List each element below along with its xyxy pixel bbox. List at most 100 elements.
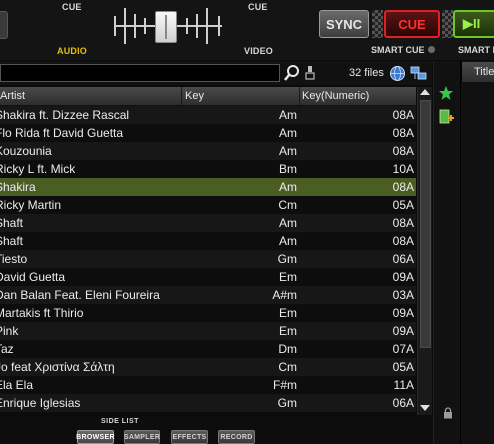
table-row[interactable]: Ricky Martin Cm 05A (0, 196, 416, 214)
table-row[interactable]: Ricky L ft. Mick Bm 10A (0, 160, 416, 178)
cell-artist: David Guetta (0, 270, 66, 284)
search-icon[interactable] (284, 64, 300, 82)
cell-artist: Tiesto (0, 252, 28, 266)
cell-key: A#m (272, 288, 297, 302)
column-header-key[interactable]: Key (182, 87, 300, 105)
table-row[interactable]: Tiesto Gm 06A (0, 250, 416, 268)
cell-artist: Enrique Iglesias (0, 396, 81, 410)
cell-artist: Dan Balan Feat. Eleni Foureira (0, 288, 160, 302)
file-list[interactable]: Artist Key Key(Numeric) Shakira ft. Dizz… (0, 87, 416, 415)
tab-browser[interactable]: BROWSER (76, 430, 115, 444)
cell-artist: Shaft (0, 216, 24, 230)
files-count: 32 files (349, 67, 384, 79)
smart-cue-label: SMART CUE (371, 45, 425, 55)
cell-key: Em (279, 324, 297, 338)
tab-sampler[interactable]: SAMPLER (124, 430, 160, 444)
globe-icon[interactable] (389, 65, 406, 82)
file-list-header: Artist Key Key(Numeric) (0, 87, 416, 106)
cell-key: F#m (273, 378, 297, 392)
deck-pattern-strip (372, 10, 383, 38)
cell-key: Em (279, 306, 297, 320)
add-to-list-icon[interactable] (439, 109, 455, 127)
cell-artist: Shakira (0, 180, 36, 194)
cell-key: Em (279, 270, 297, 284)
cell-key: Bm (279, 162, 297, 176)
crossfader-tick (196, 14, 198, 38)
smart-cue-toggle[interactable] (428, 46, 435, 53)
scroll-down-arrow-icon[interactable] (420, 405, 430, 411)
cell-artist: Jo feat Χριστίνα Σάλτη (0, 360, 115, 374)
crossfader[interactable] (110, 4, 226, 48)
search-input[interactable] (0, 64, 280, 82)
cell-key-numeric: 03A (392, 288, 414, 302)
play-pause-button[interactable]: ▶II (453, 10, 494, 38)
table-row[interactable]: David Guetta Em 09A (0, 268, 416, 286)
network-icon[interactable] (410, 65, 427, 82)
file-list-scrollbar[interactable] (417, 87, 432, 415)
table-row[interactable]: Shakira Am 08A (0, 178, 416, 196)
video-label[interactable]: VIDEO (244, 46, 273, 56)
cell-key-numeric: 08A (392, 180, 414, 194)
tab-record[interactable]: RECORD (218, 430, 255, 444)
side-list-label[interactable]: SIDE LIST (101, 418, 139, 425)
table-row[interactable]: Enrique Iglesias Gm 06A (0, 394, 416, 412)
cell-key: Dm (278, 342, 297, 356)
table-row[interactable]: Shaft Am 08A (0, 232, 416, 250)
star-icon[interactable] (438, 85, 454, 101)
column-header-key-numeric[interactable]: Key(Numeric) (300, 87, 416, 105)
table-row[interactable]: Dan Balan Feat. Eleni Foureira A#m 03A (0, 286, 416, 304)
cell-key-numeric: 11A (393, 378, 414, 392)
column-header-artist[interactable]: Artist (0, 87, 182, 105)
search-options-icon[interactable] (305, 65, 315, 81)
sync-button[interactable]: SYNC (319, 10, 369, 38)
table-row[interactable]: Shaft Am 08A (0, 214, 416, 232)
cell-key-numeric: 05A (392, 198, 414, 212)
table-row[interactable]: Flo Rida ft David Guetta Am 08A (0, 124, 416, 142)
cell-key-numeric: 10A (392, 162, 414, 176)
browser-toolbar: 32 files (0, 61, 432, 85)
side-panel-divider (460, 61, 461, 444)
side-column-header-title[interactable]: Title (461, 62, 494, 82)
side-panel: Title (433, 61, 494, 444)
table-row[interactable]: Ela Ela F#m 11A (0, 376, 416, 394)
audio-label[interactable]: AUDIO (57, 46, 87, 56)
cell-key: Am (279, 216, 297, 230)
cell-key-numeric: 08A (392, 108, 414, 122)
table-row[interactable]: Kouzounia Am 08A (0, 142, 416, 160)
crossfader-tick (186, 18, 188, 34)
cell-key-numeric: 09A (392, 270, 414, 284)
cell-key: Gm (277, 396, 297, 410)
cell-key-numeric: 09A (392, 324, 414, 338)
cell-key-numeric: 07A (392, 342, 414, 356)
cell-key: Cm (278, 360, 297, 374)
cell-key-numeric: 08A (392, 126, 414, 140)
smart-cue-label-right: SMART I (458, 45, 494, 55)
cell-key: Am (279, 180, 297, 194)
cell-key: Am (279, 144, 297, 158)
crossfader-tick (218, 16, 220, 36)
cell-key-numeric: 09A (392, 306, 414, 320)
cue-button[interactable]: CUE (384, 10, 440, 38)
cell-key-numeric: 08A (392, 234, 414, 248)
crossfader-knob[interactable] (155, 11, 177, 43)
cell-key: Am (279, 234, 297, 248)
deck-left-button[interactable] (0, 11, 8, 39)
table-row[interactable]: Taz Dm 07A (0, 340, 416, 358)
table-row[interactable]: Jo feat Χριστίνα Σάλτη Cm 05A (0, 358, 416, 376)
scroll-up-arrow-icon[interactable] (420, 89, 430, 95)
bottom-bar: SIDE LIST BROWSER SAMPLER EFFECTS RECORD (0, 416, 433, 444)
lock-icon[interactable] (443, 407, 453, 419)
file-list-rows: Shakira ft. Dizzee Rascal Am 08A Flo Rida f… (0, 106, 416, 412)
table-row[interactable]: Pink Em 09A (0, 322, 416, 340)
cell-artist: Taz (0, 342, 14, 356)
table-row[interactable]: Shakira ft. Dizzee Rascal Am 08A (0, 106, 416, 124)
tab-effects[interactable]: EFFECTS (171, 430, 208, 444)
scroll-thumb[interactable] (420, 100, 431, 348)
crossfader-tick (114, 16, 116, 36)
crossfader-tick (206, 8, 208, 44)
cue-left-label: CUE (62, 2, 82, 12)
table-row[interactable]: Martakis ft Thirio Em 09A (0, 304, 416, 322)
deck-pattern-strip (442, 10, 453, 38)
deck-controls: CUE AUDIO CUE VIDEO SYNC CUE ▶II SMART C… (0, 0, 494, 60)
cell-key-numeric: 08A (392, 216, 414, 230)
